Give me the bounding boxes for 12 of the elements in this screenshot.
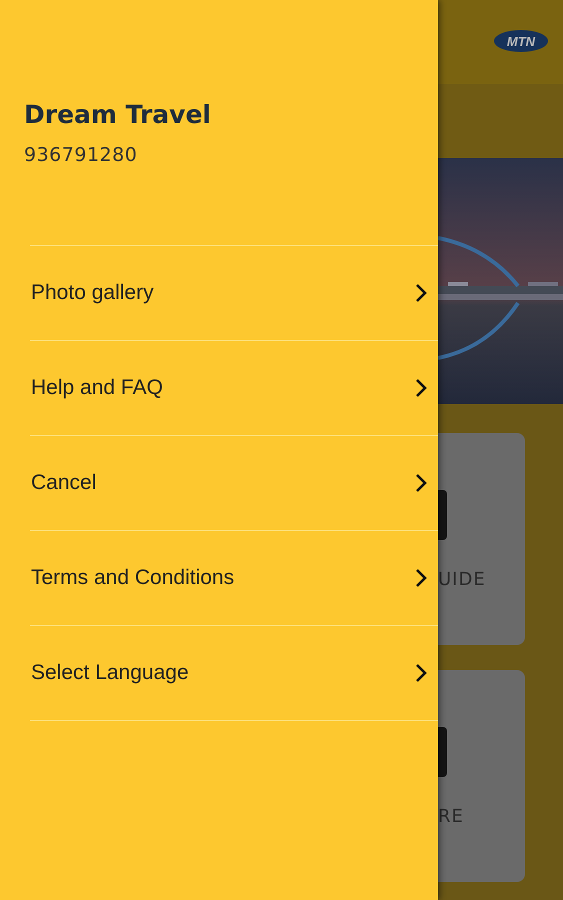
- card-icon: [438, 727, 447, 777]
- logo: MTN: [494, 30, 548, 52]
- chevron-right-icon: [414, 473, 428, 493]
- chevron-right-icon: [414, 663, 428, 683]
- card-icon: [438, 490, 447, 540]
- chevron-right-icon: [414, 283, 428, 303]
- card-label: RE: [438, 806, 464, 827]
- card-label: UIDE: [438, 569, 486, 590]
- drawer-title: Dream Travel: [24, 99, 212, 131]
- chevron-right-icon: [414, 568, 428, 588]
- chevron-right-icon: [414, 378, 428, 398]
- phone-number: 936791280: [24, 144, 138, 166]
